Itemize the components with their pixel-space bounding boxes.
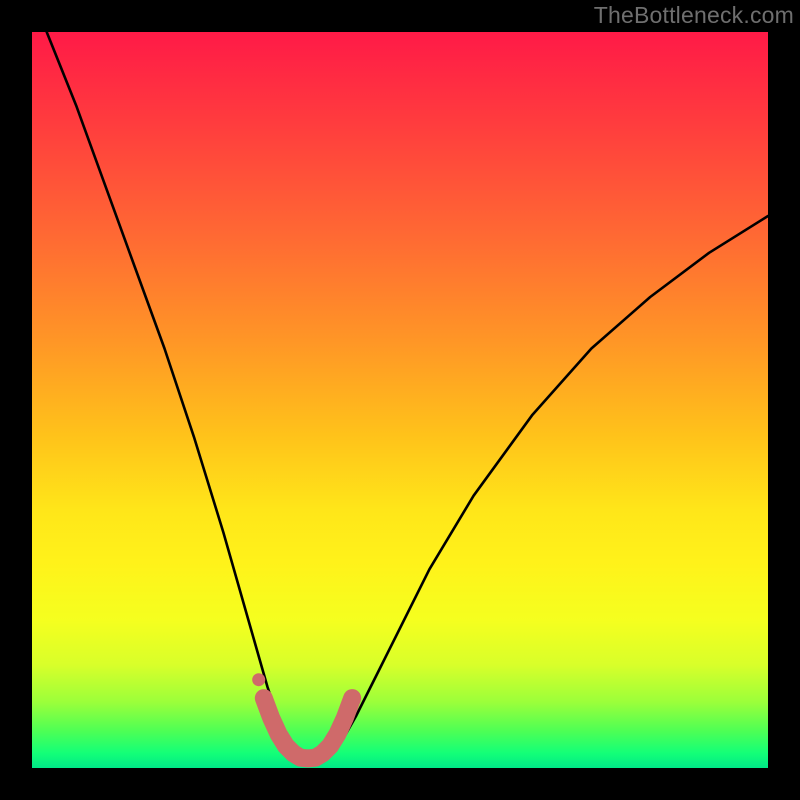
- bottom-marker: [264, 698, 352, 758]
- watermark-text: TheBottleneck.com: [594, 2, 794, 29]
- chart-svg: [32, 32, 768, 768]
- chart-frame: TheBottleneck.com: [0, 0, 800, 800]
- marker-dot: [252, 673, 265, 686]
- chart-plot-area: [32, 32, 768, 768]
- main-curve: [47, 32, 768, 760]
